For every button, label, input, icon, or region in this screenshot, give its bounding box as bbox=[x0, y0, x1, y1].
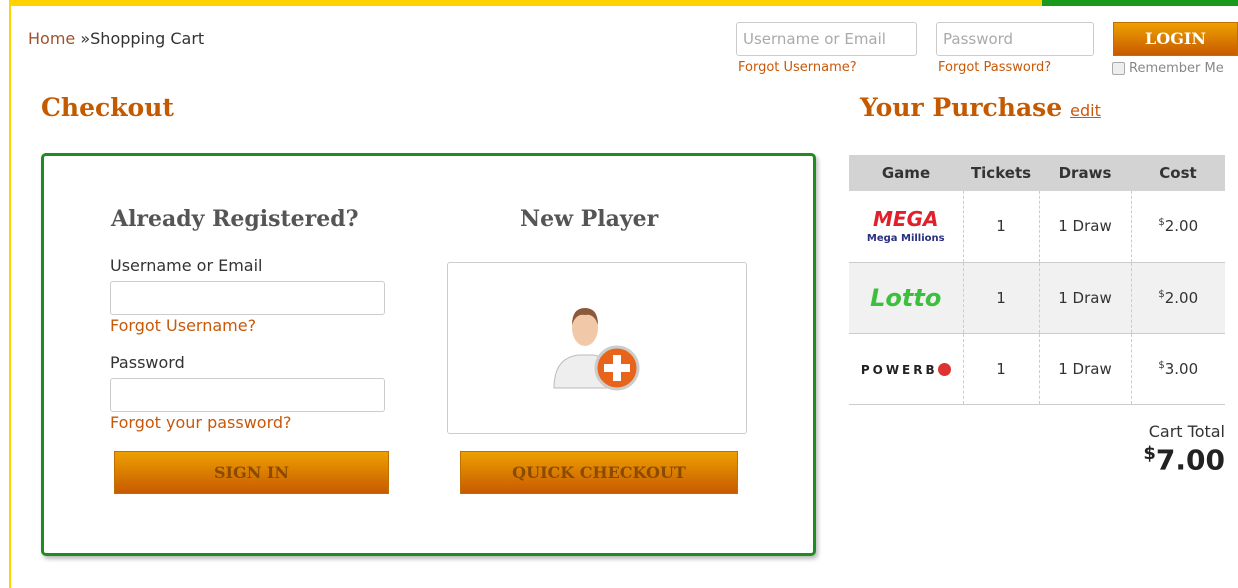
breadcrumb: Home »Shopping Cart bbox=[28, 29, 204, 48]
col-cost: Cost bbox=[1131, 155, 1225, 191]
new-player-heading: New Player bbox=[520, 206, 659, 232]
username-input[interactable] bbox=[110, 281, 385, 315]
purchase-table: Game Tickets Draws Cost MEGA Mega Million… bbox=[849, 155, 1225, 405]
forgot-username-link[interactable]: Forgot Username? bbox=[110, 316, 256, 335]
tickets-cell: 1 bbox=[962, 262, 1039, 334]
table-row: MEGA Mega Millions 1 1 Draw $2.00 bbox=[849, 191, 1225, 263]
page-title: Checkout bbox=[41, 93, 174, 122]
remember-me-label: Remember Me bbox=[1129, 61, 1224, 76]
password-input[interactable] bbox=[110, 378, 385, 412]
draws-cell: 1 Draw bbox=[1038, 333, 1131, 405]
cart-total: Cart Total $7.00 bbox=[1143, 422, 1225, 477]
table-row: POWERB 1 1 Draw $3.00 bbox=[849, 333, 1225, 405]
forgot-password-link[interactable]: Forgot your password? bbox=[110, 413, 292, 432]
purchase-header: Your Purchase edit bbox=[860, 93, 1101, 122]
col-draws: Draws bbox=[1039, 155, 1131, 191]
header-forgot-username-link[interactable]: Forgot Username? bbox=[738, 60, 857, 75]
cost-cell: $3.00 bbox=[1130, 333, 1225, 405]
lotto-logo: Lotto bbox=[849, 262, 963, 334]
edit-link[interactable]: edit bbox=[1070, 101, 1101, 120]
remember-me-checkbox[interactable] bbox=[1112, 62, 1125, 75]
draws-cell: 1 Draw bbox=[1038, 262, 1131, 334]
breadcrumb-home-link[interactable]: Home bbox=[28, 29, 75, 48]
left-accent-line bbox=[9, 0, 11, 588]
table-row: Lotto 1 1 Draw $2.00 bbox=[849, 262, 1225, 334]
registered-heading: Already Registered? bbox=[111, 206, 359, 232]
checkout-panel: Already Registered? Username or Email Fo… bbox=[41, 153, 816, 556]
powerball-logo: POWERB bbox=[849, 333, 963, 405]
cart-total-label: Cart Total bbox=[1148, 422, 1225, 441]
header-forgot-password-link[interactable]: Forgot Password? bbox=[938, 60, 1051, 75]
mega-millions-logo: MEGA Mega Millions bbox=[849, 191, 963, 263]
sign-in-button[interactable]: SIGN IN bbox=[114, 451, 389, 494]
header-password-input[interactable]: Password bbox=[936, 22, 1094, 56]
new-player-card[interactable] bbox=[447, 262, 747, 434]
cart-total-value: $7.00 bbox=[1143, 443, 1225, 477]
tickets-cell: 1 bbox=[962, 191, 1039, 263]
login-button[interactable]: LOGIN bbox=[1113, 22, 1238, 56]
col-tickets: Tickets bbox=[963, 155, 1039, 191]
draws-cell: 1 Draw bbox=[1038, 191, 1131, 263]
tickets-cell: 1 bbox=[962, 333, 1039, 405]
col-game: Game bbox=[849, 155, 963, 191]
purchase-title: Your Purchase bbox=[860, 93, 1063, 122]
username-label: Username or Email bbox=[110, 256, 263, 275]
add-user-icon bbox=[553, 308, 640, 391]
password-label: Password bbox=[110, 353, 185, 372]
breadcrumb-current: Shopping Cart bbox=[90, 29, 205, 48]
quick-checkout-button[interactable]: QUICK CHECKOUT bbox=[460, 451, 738, 494]
breadcrumb-separator: » bbox=[80, 29, 91, 48]
header-username-input[interactable]: Username or Email bbox=[736, 22, 917, 56]
remember-me[interactable]: Remember Me bbox=[1112, 61, 1224, 76]
cost-cell: $2.00 bbox=[1130, 262, 1225, 334]
top-accent-bar-green bbox=[1042, 0, 1238, 6]
cost-cell: $2.00 bbox=[1130, 191, 1225, 263]
table-header-row: Game Tickets Draws Cost bbox=[849, 155, 1225, 191]
